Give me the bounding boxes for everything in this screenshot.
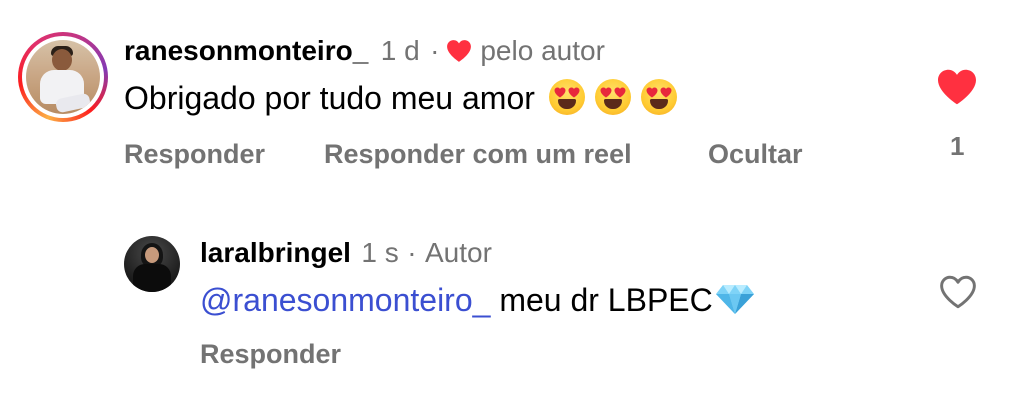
liked-by-author-label: pelo autor [480, 35, 605, 66]
reply-button[interactable]: Responder [200, 338, 341, 370]
like-count: 1 [950, 131, 965, 161]
comment-time: 1 d [380, 35, 420, 66]
like-button[interactable] [936, 68, 978, 111]
heart-eyes-emoji [640, 79, 677, 115]
avatar-laralbringel[interactable] [124, 236, 180, 292]
reply-username[interactable]: laralbringel [200, 237, 351, 268]
comment-header: ranesonmonteiro_ 1 d · pelo autor [124, 34, 605, 68]
comment-username[interactable]: ranesonmonteiro_ [124, 35, 368, 66]
story-ring[interactable] [18, 32, 108, 122]
reply-header: laralbringel 1 s · Autor [200, 236, 492, 270]
reply-body: @ranesonmonteiro_ meu dr LBPEC [200, 280, 755, 320]
meta-separator: · [407, 237, 417, 268]
heart-eyes-emoji [548, 79, 585, 115]
like-button[interactable] [938, 274, 978, 315]
avatar-frame [22, 36, 104, 118]
heart-icon [446, 40, 471, 62]
gem-emoji [715, 285, 754, 314]
reply-button[interactable]: Responder [124, 138, 265, 170]
comment-text: Obrigado por tudo meu amor [124, 80, 535, 116]
reply-with-reel-button[interactable]: Responder com um reel [324, 138, 632, 170]
avatar-ranesonmonteiro [26, 40, 100, 114]
author-badge: Autor [424, 237, 492, 268]
reply-time: 1 s [361, 237, 399, 268]
comment-body: Obrigado por tudo meu amor [124, 78, 677, 118]
meta-separator: · [430, 35, 440, 66]
hide-comment-button[interactable]: Ocultar [708, 138, 803, 170]
heart-outline-icon [940, 275, 976, 309]
heart-eyes-emoji [594, 79, 631, 115]
mention-link[interactable]: @ranesonmonteiro_ [200, 282, 490, 318]
heart-filled-icon [938, 69, 976, 105]
reply-text: meu dr LBPEC [499, 282, 713, 318]
